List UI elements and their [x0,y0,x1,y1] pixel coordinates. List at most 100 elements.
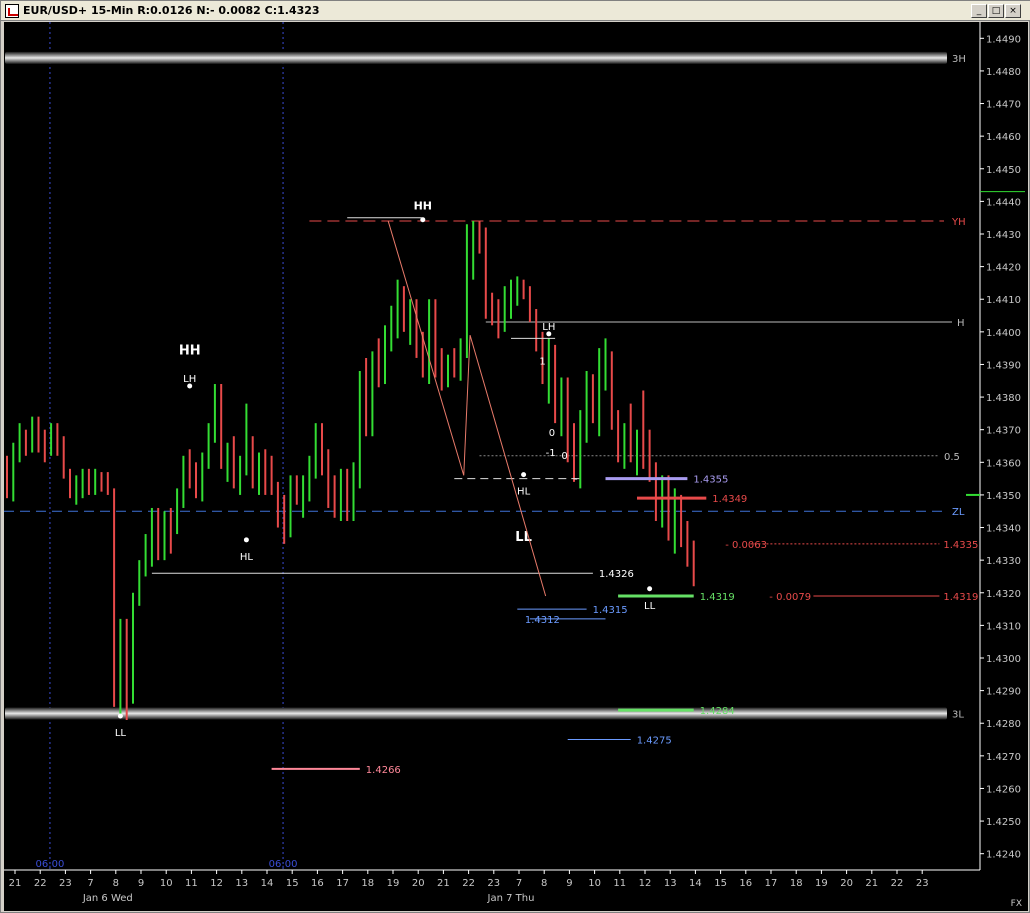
swing-point-dot [521,472,527,478]
price-tick-label: 1.4250 [986,817,1021,828]
close-button[interactable]: × [1005,4,1021,18]
maximize-button[interactable]: □ [988,4,1004,18]
price-tick-label: 1.4270 [986,752,1021,763]
price-tick-label: 1.4330 [986,556,1021,567]
price-tick-label: 1.4310 [986,621,1021,632]
price-tick-label: 1.4290 [986,687,1021,698]
time-tick-label: 13 [664,878,677,889]
time-tick-label: 12 [210,878,223,889]
swing-label: HH [179,343,201,358]
price-tick-label: 1.4370 [986,426,1021,437]
time-tick-label: 23 [59,878,72,889]
time-tick-label: 14 [261,878,274,889]
level-price-label: 1.4275 [637,736,672,747]
level-price-label: 1.4326 [599,569,634,580]
price-tick-label: 1.4280 [986,719,1021,730]
price-tick-label: 1.4420 [986,263,1021,274]
minimize-button[interactable]: _ [971,4,987,18]
time-tick-label: 21 [9,878,22,889]
price-tick-label: 1.4390 [986,360,1021,371]
price-axis[interactable]: 1.4490 1.4480 1.4470 1.4460 1.4450 1.4440 1.44… [966,22,1028,870]
level-band-3l [5,707,947,720]
time-tick-label: 10 [588,878,601,889]
price-tick-label: 1.4460 [986,132,1021,143]
time-tick-label: 17 [336,878,349,889]
date-label: Jan 6 Wed [82,893,133,904]
session-label: 06:00 [36,859,65,870]
window-controls: _ □ × [971,4,1021,18]
swing-label: LL [644,601,656,612]
price-tick-label: 1.4260 [986,784,1021,795]
swing-label: HL [517,487,531,498]
swing-label: HL [240,552,254,563]
time-tick-label: 13 [235,878,248,889]
price-tick-label: 1.4350 [986,491,1021,502]
chart-area[interactable]: 06:00 06:00 3H YH H 0.5 ZL 3L 1.4355 1.4349 1.43… [4,22,1028,911]
swing-point-dot [647,586,653,592]
price-tick-label: 1.4410 [986,295,1021,306]
level-price-label: 1.4319 [700,592,735,603]
grid-layer: 06:00 06:00 [36,22,298,870]
price-tick-label: 1.4360 [986,458,1021,469]
time-tick-label: 15 [714,878,727,889]
level-label: ZL [952,507,965,518]
time-tick-label: 21 [437,878,450,889]
time-tick-label: 19 [387,878,400,889]
swing-point-dot [243,537,249,543]
time-tick-label: 18 [361,878,374,889]
level-price-label: 1.4315 [593,605,628,616]
time-tick-label: 20 [840,878,853,889]
level-label: 0.5 [944,452,960,463]
time-tick-label: 22 [34,878,47,889]
time-tick-label: 11 [613,878,626,889]
level-label: 3H [952,54,966,65]
fib-inline-label: 0 [561,451,567,462]
price-tick-label: 1.4300 [986,654,1021,665]
time-tick-label: 7 [87,878,93,889]
fib-inline-label: 1 [539,356,545,367]
time-axis[interactable]: 21 22 23 7 8 9 10 11 12 13 14 15 16 17 18 19 20 21 22 23 7 8 9… [4,869,1028,911]
time-tick-label: 21 [865,878,878,889]
session-label: 06:00 [269,859,298,870]
level-price-label: 1.4319 [943,592,978,603]
title-bar[interactable]: EUR/USD+ 15-Min R:0.0126 N:- 0.0082 C:1.… [1,1,1030,21]
level-band-3h [5,51,947,64]
fib-inline-label: -1 [546,448,556,459]
chart-window: EUR/USD+ 15-Min R:0.0126 N:- 0.0082 C:1.… [0,0,1030,913]
level-price-label: 1.4312 [525,615,560,626]
time-tick-label: 9 [566,878,572,889]
swing-label: LH [183,374,196,385]
time-tick-label: 19 [815,878,828,889]
price-tick-label: 1.4470 [986,100,1021,111]
swing-label: HH [414,200,432,213]
annotations-layer: 1.4355 1.4349 1.4335 - 0.0063 1.4326 1.4319 - … [115,200,979,776]
bars-layer [6,220,695,720]
time-tick-label: 17 [765,878,778,889]
time-axis-bg [4,870,1028,911]
level-price-label: 1.4284 [700,706,735,717]
price-tick-label: 1.4480 [986,67,1021,78]
price-chart[interactable]: 06:00 06:00 3HYHH0.5ZL3L 1.43551.43491.43… [4,22,1028,911]
date-label: Jan 7 Thu [487,893,535,904]
price-tick-label: 1.4380 [986,393,1021,404]
price-tick-label: 1.4450 [986,165,1021,176]
fib-inline-label: 0 [549,428,555,439]
time-tick-label: 7 [516,878,522,889]
level-price-label: - 0.0063 [725,540,767,551]
time-tick-label: 12 [639,878,652,889]
swing-label: LL [115,728,127,739]
corner-label: FX [1011,899,1022,909]
level-label: YH [951,217,966,228]
time-tick-label: 14 [689,878,702,889]
level-price-label: 1.4335 [943,540,978,551]
swing-label: LL [515,530,532,545]
time-tick-label: 16 [739,878,752,889]
time-tick-label: 22 [462,878,475,889]
time-tick-label: 23 [487,878,500,889]
price-tick-label: 1.4240 [986,850,1021,861]
time-tick-label: 11 [185,878,198,889]
price-tick-label: 1.4320 [986,589,1021,600]
level-price-label: 1.4266 [366,765,401,776]
window-title: EUR/USD+ 15-Min R:0.0126 N:- 0.0082 C:1.… [23,4,320,17]
price-tick-label: 1.4430 [986,230,1021,241]
